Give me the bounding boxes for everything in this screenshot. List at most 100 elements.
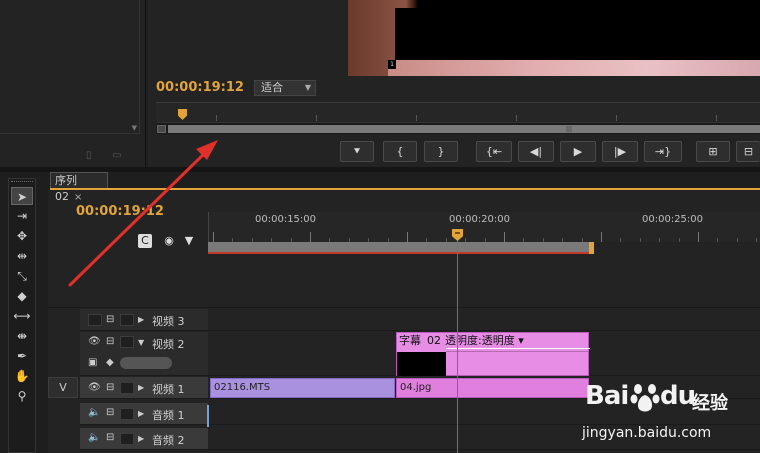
zoom-start-handle[interactable] xyxy=(157,125,166,133)
video-clip-mts[interactable]: 02116.MTS xyxy=(210,378,395,398)
work-area-bar[interactable] xyxy=(208,242,594,254)
monitor-time-ruler[interactable] xyxy=(156,102,760,122)
monitor-timecode[interactable]: 00:00:19:12 xyxy=(156,80,244,95)
work-area-end-handle[interactable] xyxy=(589,242,594,254)
project-scrollbar[interactable] xyxy=(131,0,139,134)
track-label: 音频 2 xyxy=(152,434,185,447)
collapse-arrow-icon[interactable]: ▼ xyxy=(138,338,144,347)
folder-icon[interactable]: ▭ xyxy=(112,150,121,161)
ruler-tick xyxy=(601,232,602,242)
slide-tool-icon[interactable]: ⇼ xyxy=(11,327,33,345)
playhead-line[interactable] xyxy=(457,241,458,453)
track-header-video2[interactable]: 👁 ⊟ ▼ 视频 2 ▣ ◆ xyxy=(80,332,208,376)
sync-lock-icon[interactable]: ⊟ xyxy=(106,407,114,418)
subtitle-clip-number: 02 xyxy=(427,334,441,347)
bin-icon[interactable]: ▯ xyxy=(86,150,92,161)
track-label: 视频 2 xyxy=(152,338,185,351)
add-marker-button[interactable]: ⯆ xyxy=(340,141,374,162)
go-to-out-button[interactable]: ⇥} xyxy=(644,141,682,162)
keyframe-icon[interactable]: ◆ xyxy=(106,357,114,368)
sync-lock-icon[interactable]: ⊟ xyxy=(106,382,114,393)
speaker-icon[interactable]: 🔈 xyxy=(88,432,100,443)
slip-tool-icon[interactable]: ⟷ xyxy=(11,307,33,325)
insert-button[interactable]: ⊞ xyxy=(696,141,730,162)
panel-grip[interactable] xyxy=(11,181,33,185)
track-header-audio1[interactable]: 🔈 ⊟ ▶ 音频 1 xyxy=(80,403,208,425)
display-style-icon[interactable]: ▣ xyxy=(88,357,97,368)
zoom-bar[interactable] xyxy=(168,125,760,133)
keyframe-nav[interactable] xyxy=(120,357,172,369)
program-video-frame: 1 xyxy=(348,0,760,76)
lock-toggle-box[interactable] xyxy=(120,336,134,348)
ruler-label: 00:00:25:00 xyxy=(642,214,704,225)
source-track-target[interactable]: V xyxy=(48,377,78,398)
speaker-icon[interactable]: 🔈 xyxy=(88,407,100,418)
sync-lock-icon[interactable]: ⊟ xyxy=(106,432,114,443)
razor-tool-icon[interactable]: ◆ xyxy=(11,287,33,305)
ruler-tick xyxy=(310,232,311,242)
pen-tool-icon[interactable]: ✒ xyxy=(11,347,33,365)
fit-dropdown-label: 适合 xyxy=(261,81,283,94)
mark-in-button[interactable]: { xyxy=(383,141,417,162)
marker-icon[interactable]: ▼ xyxy=(182,234,196,248)
selection-tool-icon[interactable]: ➤ xyxy=(11,187,33,205)
expand-arrow-icon[interactable]: ▶ xyxy=(138,315,144,324)
ruler-tick xyxy=(756,238,758,242)
empty-track-area xyxy=(208,258,760,308)
zoom-tool-icon[interactable]: ⚲ xyxy=(11,387,33,405)
expand-arrow-icon[interactable]: ▶ xyxy=(138,383,144,392)
eye-icon[interactable]: 👁 xyxy=(88,382,101,393)
sync-lock-icon[interactable]: ⊟ xyxy=(106,314,114,325)
lock-toggle-box[interactable] xyxy=(120,382,134,394)
sync-lock-icon[interactable]: ⊟ xyxy=(106,336,114,347)
track-select-tool-icon[interactable]: ⇥ xyxy=(11,207,33,225)
timeline-ruler[interactable]: 00:00:15:00 00:00:20:00 00:00:25:00 xyxy=(208,212,760,242)
project-panel: ▼ ▯ ▭ xyxy=(0,0,146,167)
track-header-video1[interactable]: 👁 ⊟ ▶ 视频 1 xyxy=(80,377,208,399)
timeline-timecode[interactable]: 00:00:19:12 xyxy=(76,204,164,219)
watermark-brand: Bai xyxy=(585,381,629,411)
ripple-edit-tool-icon[interactable]: ✥ xyxy=(11,227,33,245)
lock-toggle-box[interactable] xyxy=(120,314,134,326)
panel-divider[interactable] xyxy=(0,167,760,172)
hand-tool-icon[interactable]: ✋ xyxy=(11,367,33,385)
track-video3[interactable] xyxy=(208,309,760,331)
subtitle-clip-name: 字幕 xyxy=(399,334,421,347)
lock-toggle-box[interactable] xyxy=(120,433,134,445)
mark-out-button[interactable]: } xyxy=(424,141,458,162)
expand-arrow-icon[interactable]: ▶ xyxy=(138,409,144,418)
rolling-edit-tool-icon[interactable]: ⇹ xyxy=(11,247,33,265)
eye-toggle-box[interactable] xyxy=(88,314,102,326)
track-label: 视频 3 xyxy=(152,315,185,328)
step-forward-button[interactable]: |▶ xyxy=(602,141,638,162)
go-to-in-button[interactable]: {⇤ xyxy=(476,141,512,162)
rate-stretch-tool-icon[interactable]: ⤡ xyxy=(11,267,33,285)
baidu-paw-icon xyxy=(630,384,660,412)
expand-arrow-icon[interactable]: ▶ xyxy=(138,434,144,443)
monitor-zoom-scrollbar[interactable]: ||| xyxy=(156,122,760,134)
tab-sequence[interactable]: 序列 02 × xyxy=(50,172,108,203)
lock-toggle-box[interactable] xyxy=(120,408,134,420)
fit-dropdown[interactable]: 适合 ▼ xyxy=(254,80,316,96)
ruler-tick xyxy=(659,238,661,242)
eye-icon[interactable]: 👁 xyxy=(88,336,101,347)
watermark-brand: du xyxy=(660,381,696,411)
play-button[interactable]: ▶ xyxy=(560,141,596,162)
ruler-tick xyxy=(620,238,622,242)
image-clip-jpg[interactable]: 04.jpg xyxy=(396,378,589,398)
overwrite-button[interactable]: ⊟ xyxy=(736,141,760,162)
ruler-tick xyxy=(678,238,680,242)
opacity-rubberband[interactable] xyxy=(446,351,588,352)
subtitle-clip[interactable]: 字幕 02 透明度:透明度 ▾ xyxy=(396,332,590,376)
chevron-down-icon: ▼ xyxy=(304,83,311,92)
scroll-down-icon[interactable]: ▼ xyxy=(132,124,137,132)
ruler-tick xyxy=(736,238,738,242)
close-icon[interactable]: × xyxy=(74,192,82,203)
add-marker-icon[interactable]: ◉ xyxy=(162,234,176,248)
track-header-audio2[interactable]: 🔈 ⊟ ▶ 音频 2 xyxy=(80,428,208,450)
audio-clip-edge[interactable] xyxy=(207,405,209,427)
track-header-video3[interactable]: ⊟ ▶ 视频 3 xyxy=(80,309,208,331)
step-back-button[interactable]: ◀| xyxy=(518,141,554,162)
snap-icon[interactable]: C xyxy=(138,234,152,248)
ruler-label: 00:00:15:00 xyxy=(255,214,317,225)
